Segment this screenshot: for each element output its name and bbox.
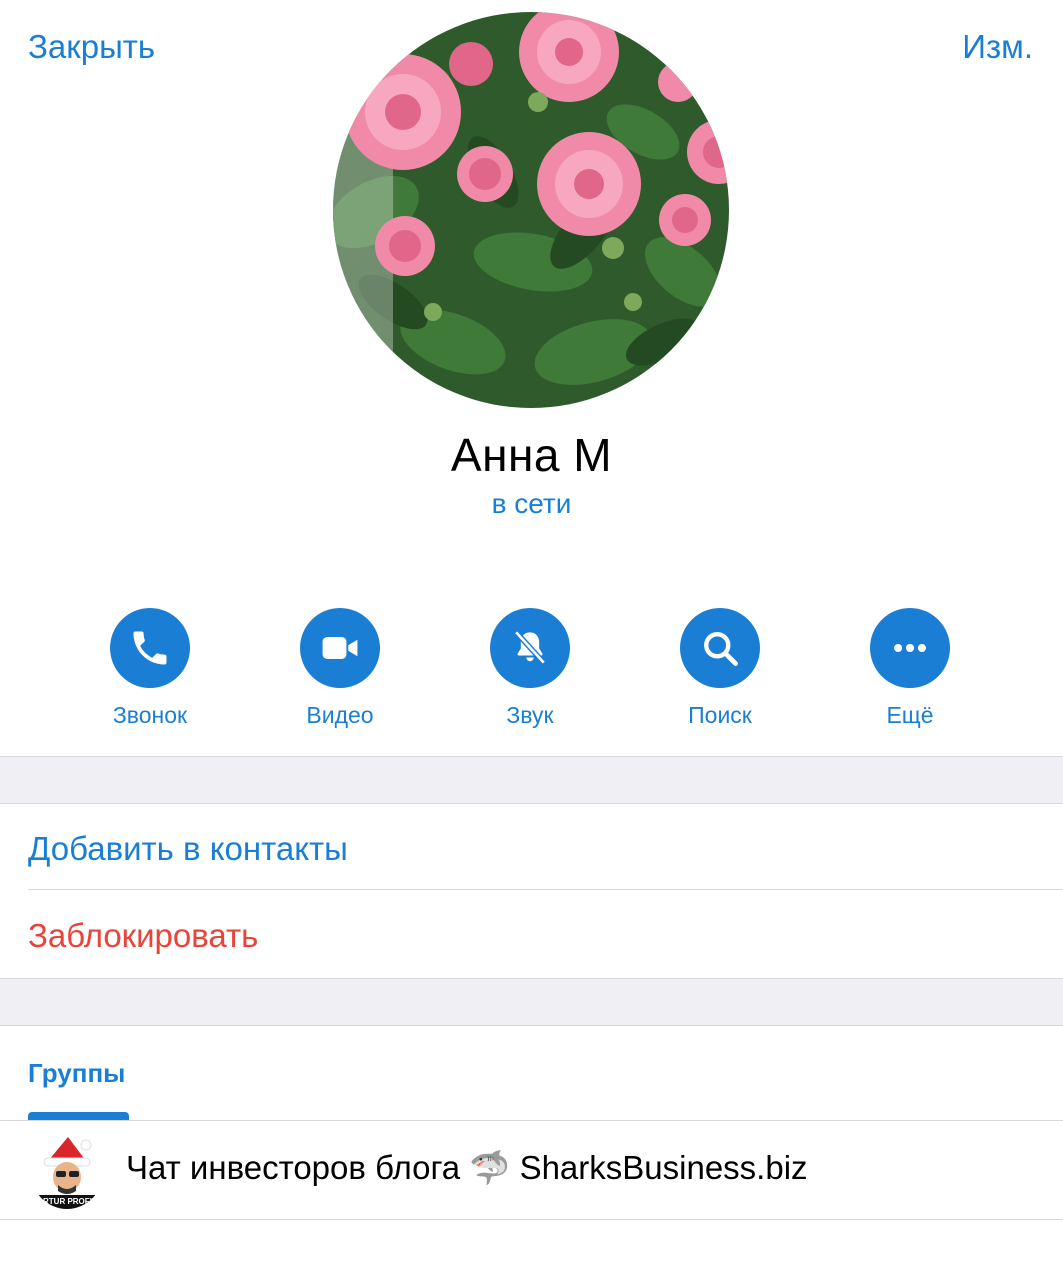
sound-action[interactable]: Звук — [450, 608, 610, 729]
row-divider — [0, 1219, 1063, 1220]
group-avatar: ARTUR PROFIT — [30, 1131, 104, 1209]
call-action[interactable]: Звонок — [70, 608, 230, 729]
search-label: Поиск — [688, 702, 752, 728]
add-contact-button[interactable]: Добавить в контакты — [28, 830, 348, 868]
tab-groups[interactable]: Группы — [28, 1058, 125, 1089]
more-icon — [870, 608, 950, 688]
search-icon — [680, 608, 760, 688]
profile-avatar[interactable] — [333, 12, 729, 408]
group-avatar-text: ARTUR PROFIT — [37, 1197, 97, 1206]
close-button[interactable]: Закрыть — [28, 28, 155, 66]
video-label: Видео — [306, 702, 374, 728]
section-divider — [0, 756, 1063, 804]
tab-active-indicator — [28, 1112, 129, 1120]
video-action[interactable]: Видео — [260, 608, 420, 729]
group-title: Чат инвесторов блога 🦈 SharksBusiness.bi… — [126, 1149, 808, 1186]
video-icon — [300, 608, 380, 688]
bell-muted-icon — [490, 608, 570, 688]
row-divider — [28, 889, 1063, 890]
section-divider — [0, 978, 1063, 1026]
profile-status: в сети — [491, 488, 572, 519]
edit-button[interactable]: Изм. — [962, 28, 1033, 66]
phone-icon — [110, 608, 190, 688]
list-item[interactable]: ARTUR PROFIT Чат инвесторов блога 🦈 Shar… — [0, 1121, 1063, 1219]
block-button[interactable]: Заблокировать — [28, 917, 258, 955]
call-label: Звонок — [112, 702, 188, 728]
sound-label: Звук — [506, 702, 554, 728]
profile-name: Анна М — [450, 429, 613, 481]
roses-photo — [333, 12, 729, 408]
search-action[interactable]: Поиск — [640, 608, 800, 729]
more-action[interactable]: Ещё — [830, 608, 990, 729]
more-label: Ещё — [886, 702, 934, 728]
